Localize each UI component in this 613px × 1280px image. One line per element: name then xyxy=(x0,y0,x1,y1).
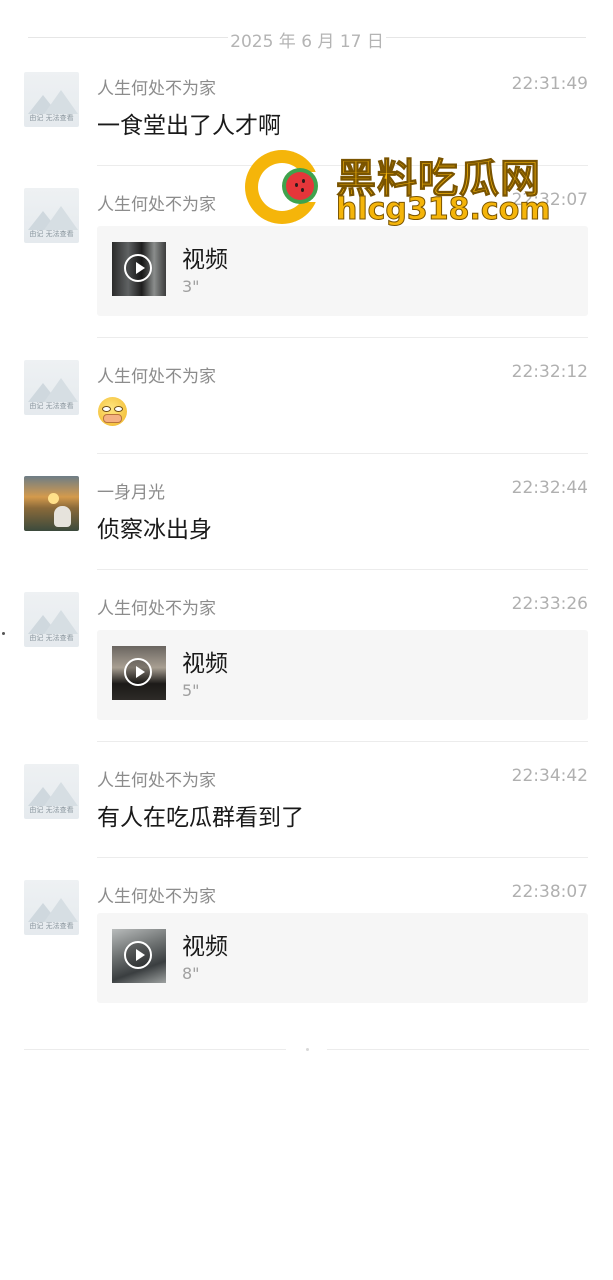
watermelon-flesh xyxy=(286,172,314,200)
sender-name[interactable]: 人生何处不为家 xyxy=(97,190,216,215)
edge-dot xyxy=(2,632,5,635)
emoji-mouth xyxy=(103,414,122,423)
end-divider xyxy=(24,1048,589,1052)
divider-line xyxy=(386,37,586,38)
sender-name[interactable]: 人生何处不为家 xyxy=(97,74,216,99)
sender-name[interactable]: 一身月光 xyxy=(97,478,165,503)
avatar[interactable]: 由记 无法查看 xyxy=(24,188,79,243)
play-icon[interactable] xyxy=(124,941,152,969)
chat-message: 一身月光 22:32:44 侦察冰出身 xyxy=(24,476,588,570)
avatar[interactable]: 由记 无法查看 xyxy=(24,360,79,415)
message-separator xyxy=(97,569,588,570)
avatar-placeholder-text: 由记 无法查看 xyxy=(29,402,74,410)
message-separator xyxy=(97,453,588,454)
emoji-eye xyxy=(114,406,123,412)
watermark: 黑料吃瓜网 hlcg318.com xyxy=(245,146,555,230)
sender-name[interactable]: 人生何处不为家 xyxy=(97,362,216,387)
watermelon-seed xyxy=(302,179,305,183)
video-message-card[interactable]: 视频 5" xyxy=(97,630,588,720)
chat-message: 由记 无法查看 人生何处不为家 22:33:26 视频 5" xyxy=(24,592,588,742)
message-text[interactable]: 一食堂出了人才啊 xyxy=(97,106,281,140)
watermelon-seed xyxy=(301,188,304,192)
video-message-card[interactable]: 视频 8" xyxy=(97,913,588,1003)
chat-message: 由记 无法查看 人生何处不为家 22:34:42 有人在吃瓜群看到了 xyxy=(24,764,588,858)
sender-name[interactable]: 人生何处不为家 xyxy=(97,766,216,791)
play-icon[interactable] xyxy=(124,254,152,282)
date-label: 2025 年 6 月 17 日 xyxy=(230,32,384,52)
avatar-placeholder-text: 由记 无法查看 xyxy=(29,922,74,930)
avatar[interactable]: 由记 无法查看 xyxy=(24,72,79,127)
video-duration: 5" xyxy=(182,681,200,700)
face-emoji-icon[interactable] xyxy=(98,397,127,426)
video-message-card[interactable]: 视频 3" xyxy=(97,226,588,316)
watermelon-seed xyxy=(295,183,298,187)
video-duration: 3" xyxy=(182,277,200,296)
sun-icon xyxy=(48,493,59,504)
video-thumbnail[interactable] xyxy=(112,929,166,983)
message-time: 22:32:44 xyxy=(511,478,588,498)
avatar-placeholder-text: 由记 无法查看 xyxy=(29,806,74,814)
emoji-eye xyxy=(102,406,111,412)
chat-message: 由记 无法查看 人生何处不为家 22:32:12 xyxy=(24,360,588,454)
message-separator xyxy=(97,741,588,742)
video-label: 视频 xyxy=(182,247,228,273)
watermark-logo-icon xyxy=(245,150,323,224)
video-label: 视频 xyxy=(182,934,228,960)
avatar[interactable]: 由记 无法查看 xyxy=(24,880,79,935)
message-time: 22:31:49 xyxy=(511,74,588,94)
play-icon[interactable] xyxy=(124,658,152,686)
video-thumbnail[interactable] xyxy=(112,242,166,296)
cat-figure-icon xyxy=(54,506,71,527)
chat-message: 由记 无法查看 人生何处不为家 22:38:07 视频 8" xyxy=(24,880,588,1010)
video-duration: 8" xyxy=(182,964,200,983)
avatar-placeholder-text: 由记 无法查看 xyxy=(29,114,74,122)
divider-dot xyxy=(306,1048,309,1051)
message-text[interactable]: 侦察冰出身 xyxy=(97,510,212,544)
message-separator xyxy=(97,337,588,338)
date-divider: 2025 年 6 月 17 日 xyxy=(28,24,586,52)
watermark-url: hlcg318.com xyxy=(336,192,552,228)
avatar[interactable]: 由记 无法查看 xyxy=(24,764,79,819)
message-time: 22:34:42 xyxy=(511,766,588,786)
video-thumbnail[interactable] xyxy=(112,646,166,700)
message-separator xyxy=(97,857,588,858)
avatar[interactable]: 由记 无法查看 xyxy=(24,592,79,647)
avatar-placeholder-text: 由记 无法查看 xyxy=(29,230,74,238)
sender-name[interactable]: 人生何处不为家 xyxy=(97,594,216,619)
sender-name[interactable]: 人生何处不为家 xyxy=(97,882,216,907)
video-label: 视频 xyxy=(182,651,228,677)
avatar-placeholder-text: 由记 无法查看 xyxy=(29,634,74,642)
message-time: 22:33:26 xyxy=(511,594,588,614)
divider-line xyxy=(327,1049,589,1050)
avatar[interactable] xyxy=(24,476,79,531)
divider-line xyxy=(24,1049,286,1050)
message-text[interactable]: 有人在吃瓜群看到了 xyxy=(97,798,304,832)
message-time: 22:32:12 xyxy=(511,362,588,382)
watermelon-icon xyxy=(282,168,318,204)
message-time: 22:38:07 xyxy=(511,882,588,902)
